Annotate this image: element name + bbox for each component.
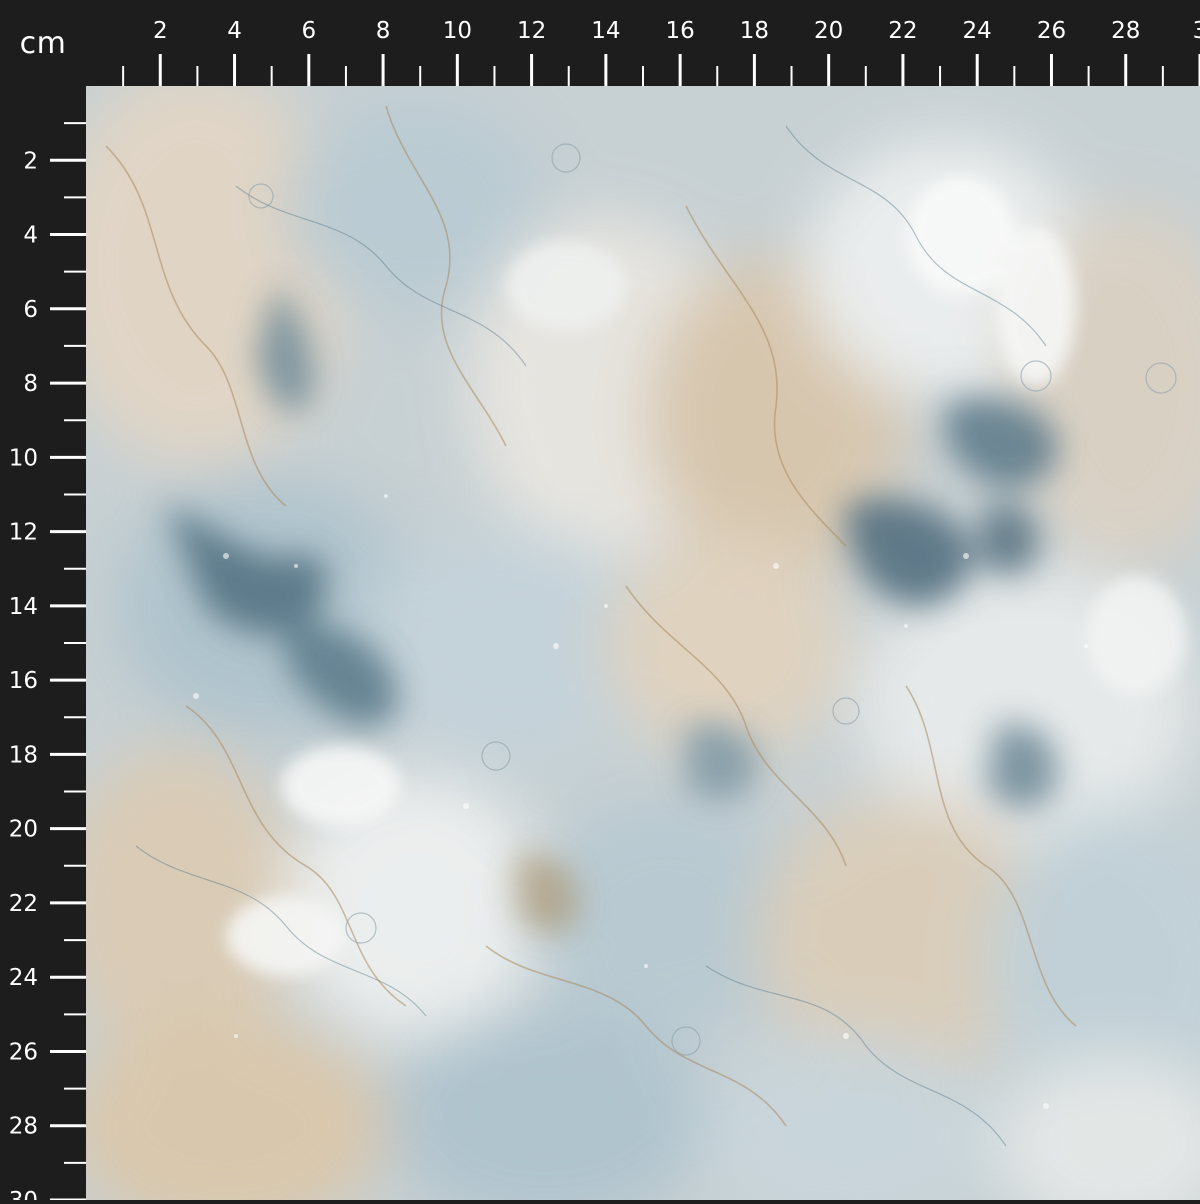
left-ruler-label: 10	[9, 445, 38, 471]
top-ruler-label: 20	[814, 18, 843, 44]
left-ruler-label: 26	[9, 1039, 38, 1065]
left-ruler-label: 14	[9, 594, 38, 620]
left-ruler-label: 12	[9, 520, 38, 546]
left-ruler-label: 8	[23, 371, 38, 397]
left-ruler-label: 2	[23, 148, 38, 174]
left-ruler-label: 28	[9, 1114, 38, 1140]
top-ruler-label: 26	[1037, 18, 1066, 44]
left-ruler-ticks: 24681012141618202224262830	[9, 122, 86, 1204]
top-ruler-ticks: 2468101214161820222426283	[122, 18, 1200, 86]
top-ruler: 2468101214161820222426283	[0, 0, 1200, 86]
left-ruler: 24681012141618202224262830	[0, 0, 86, 1204]
alcohol-ink-marble-pattern	[86, 86, 1200, 1200]
left-ruler-label: 6	[23, 297, 38, 323]
left-ruler-label: 24	[9, 965, 38, 991]
top-ruler-label: 18	[740, 18, 769, 44]
left-ruler-label: 18	[9, 742, 38, 768]
top-ruler-label: 3	[1193, 18, 1200, 44]
top-ruler-label: 14	[591, 18, 620, 44]
unit-label: cm	[0, 0, 86, 86]
left-ruler-label: 16	[9, 668, 38, 694]
top-ruler-label: 16	[665, 18, 694, 44]
top-ruler-label: 28	[1111, 18, 1140, 44]
top-ruler-label: 22	[888, 18, 917, 44]
fabric-swatch	[86, 86, 1200, 1200]
top-ruler-label: 12	[517, 18, 546, 44]
top-ruler-label: 6	[301, 18, 316, 44]
top-ruler-label: 24	[963, 18, 992, 44]
left-ruler-label: 20	[9, 817, 38, 843]
top-ruler-label: 10	[443, 18, 472, 44]
top-ruler-label: 2	[153, 18, 168, 44]
left-ruler-label: 30	[9, 1188, 38, 1200]
top-ruler-label: 8	[376, 18, 391, 44]
top-ruler-label: 4	[227, 18, 242, 44]
left-ruler-label: 22	[9, 891, 38, 917]
left-ruler-label: 4	[23, 223, 38, 249]
